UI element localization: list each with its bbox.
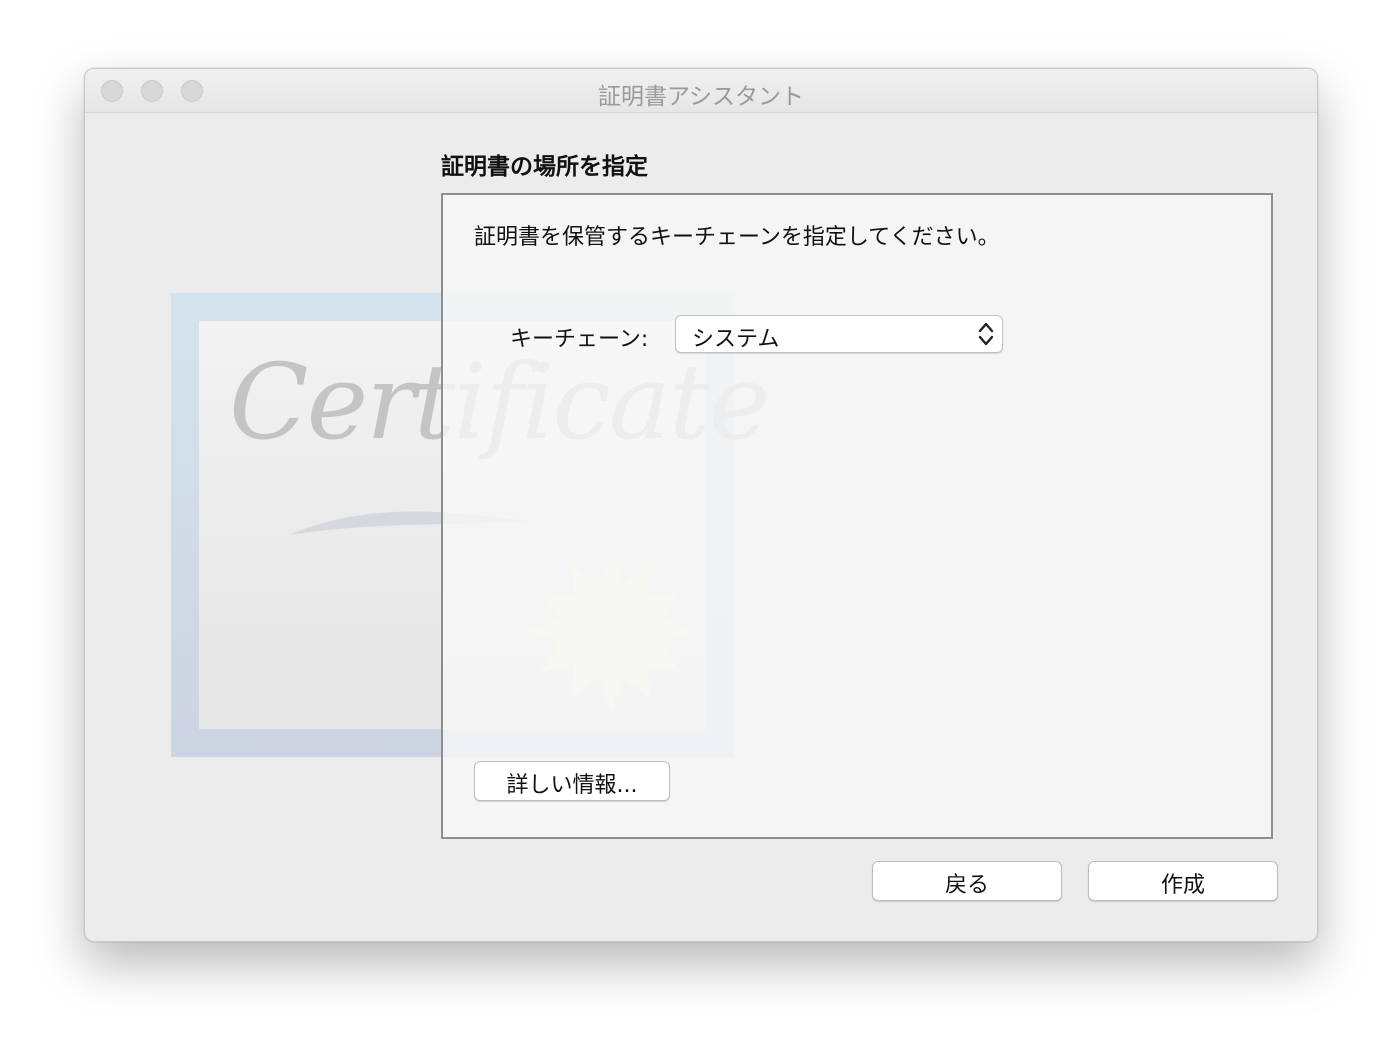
page-title: 証明書の場所を指定 <box>441 154 648 180</box>
more-info-button[interactable]: 詳しい情報... <box>474 761 670 801</box>
certificate-assistant-window: 証明書アシスタント 証明書の場所を指定 Certificate 証明書を保管する… <box>84 68 1318 942</box>
back-button[interactable]: 戻る <box>872 861 1062 901</box>
up-down-chevron-icon <box>978 322 994 346</box>
title-bar[interactable]: 証明書アシスタント <box>85 69 1317 113</box>
instruction-text: 証明書を保管するキーチェーンを指定してください。 <box>474 225 1000 250</box>
keychain-popup-value: システム <box>692 327 780 352</box>
create-button[interactable]: 作成 <box>1088 861 1278 901</box>
content-panel: 証明書を保管するキーチェーンを指定してください。 キーチェーン: システム 詳し… <box>441 193 1273 839</box>
window-title: 証明書アシスタント <box>597 84 805 110</box>
keychain-label: キーチェーン: <box>510 327 649 352</box>
keychain-popup[interactable]: システム <box>675 315 1003 353</box>
create-button-label: 作成 <box>1160 873 1205 898</box>
back-button-label: 戻る <box>944 873 989 898</box>
more-info-button-label: 詳しい情報... <box>506 773 638 798</box>
